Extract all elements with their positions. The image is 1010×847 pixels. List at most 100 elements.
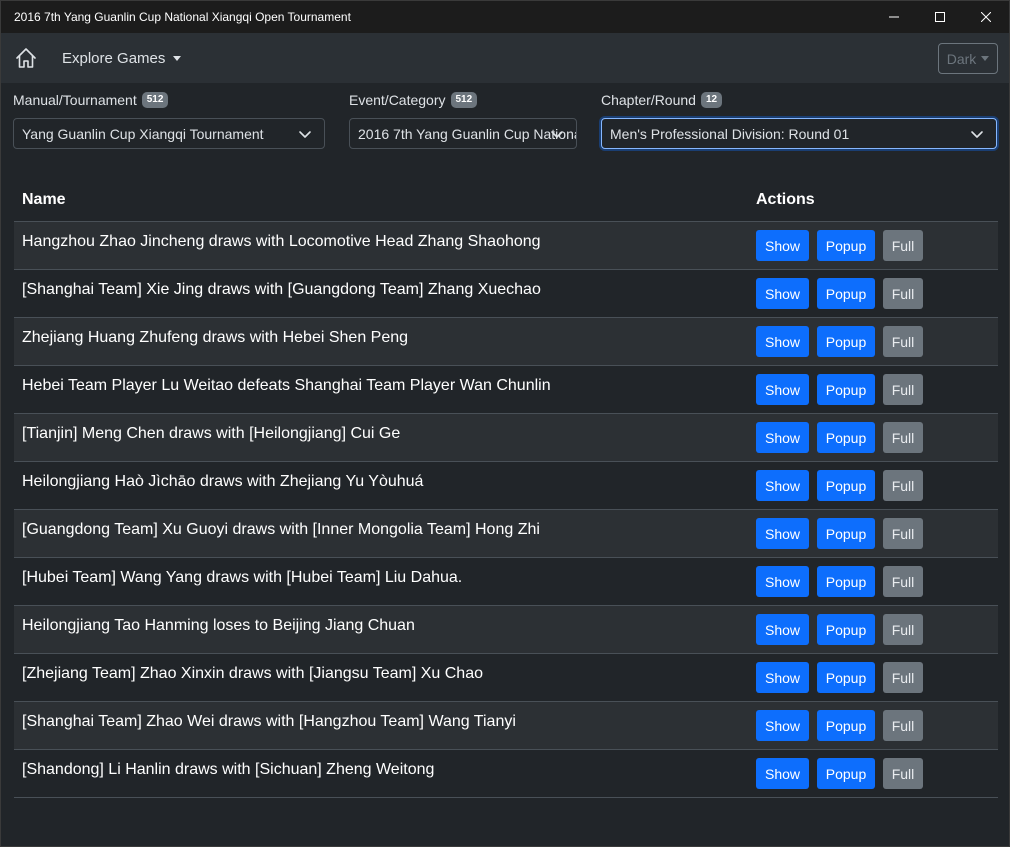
table-header: Name Actions: [14, 178, 998, 222]
popup-button[interactable]: Popup: [817, 614, 875, 645]
full-button[interactable]: Full: [883, 710, 923, 741]
show-button[interactable]: Show: [756, 710, 809, 741]
full-button[interactable]: Full: [883, 374, 923, 405]
show-button[interactable]: Show: [756, 230, 809, 261]
popup-button[interactable]: Popup: [817, 374, 875, 405]
show-button[interactable]: Show: [756, 758, 809, 789]
table-row: [Hubei Team] Wang Yang draws with [Hubei…: [14, 558, 998, 606]
game-name: Heilongjiang Haò Jìchāo draws with Zheji…: [22, 472, 424, 490]
event-select[interactable]: 2016 7th Yang Guanlin Cup National Xiang…: [349, 118, 577, 149]
chapter-select[interactable]: Men's Professional Division: Round 01: [601, 118, 997, 149]
table-row: Hebei Team Player Lu Weitao defeats Shan…: [14, 366, 998, 414]
manual-select-value: Yang Guanlin Cup Xiangqi Tournament: [22, 125, 264, 142]
row-actions: Show Popup Full: [756, 374, 923, 405]
maximize-button[interactable]: [917, 1, 963, 33]
popup-button[interactable]: Popup: [817, 758, 875, 789]
table-row: Heilongjiang Haò Jìchāo draws with Zheji…: [14, 462, 998, 510]
row-actions: Show Popup Full: [756, 614, 923, 645]
show-button[interactable]: Show: [756, 326, 809, 357]
full-button[interactable]: Full: [883, 230, 923, 261]
row-actions: Show Popup Full: [756, 326, 923, 357]
app-window: 2016 7th Yang Guanlin Cup National Xiang…: [0, 0, 1010, 847]
popup-button[interactable]: Popup: [817, 278, 875, 309]
show-button[interactable]: Show: [756, 374, 809, 405]
row-actions: Show Popup Full: [756, 758, 923, 789]
popup-button[interactable]: Popup: [817, 422, 875, 453]
home-icon: [16, 48, 36, 68]
chapter-label: Chapter/Round: [601, 92, 696, 108]
home-button[interactable]: [14, 46, 38, 70]
game-name: [Shanghai Team] Zhao Wei draws with [Han…: [22, 712, 516, 730]
theme-label: Dark: [946, 50, 977, 67]
theme-dropdown-button[interactable]: Dark: [938, 43, 998, 74]
navbar: Explore Games Dark: [1, 33, 1009, 83]
row-actions: Show Popup Full: [756, 278, 923, 309]
show-button[interactable]: Show: [756, 518, 809, 549]
maximize-icon: [935, 12, 945, 22]
game-name: [Guangdong Team] Xu Guoyi draws with [In…: [22, 520, 540, 538]
show-button[interactable]: Show: [756, 566, 809, 597]
game-name: [Tianjin] Meng Chen draws with [Heilongj…: [22, 424, 401, 442]
title-bar: 2016 7th Yang Guanlin Cup National Xiang…: [1, 1, 1009, 33]
table-row: [Zhejiang Team] Zhao Xinxin draws with […: [14, 654, 998, 702]
chevron-down-icon: [971, 131, 983, 138]
table-row: [Shanghai Team] Xie Jing draws with [Gua…: [14, 270, 998, 318]
chevron-down-icon: [299, 131, 311, 138]
event-filter: Event/Category 512 2016 7th Yang Guanlin…: [349, 91, 577, 149]
full-button[interactable]: Full: [883, 278, 923, 309]
manual-select[interactable]: Yang Guanlin Cup Xiangqi Tournament: [13, 118, 325, 149]
game-name: [Shandong] Li Hanlin draws with [Sichuan…: [22, 760, 435, 778]
row-actions: Show Popup Full: [756, 230, 923, 261]
close-icon: [981, 12, 991, 22]
table-row: Hangzhou Zhao Jincheng draws with Locomo…: [14, 222, 998, 270]
table-row: [Shandong] Li Hanlin draws with [Sichuan…: [14, 750, 998, 798]
popup-button[interactable]: Popup: [817, 326, 875, 357]
explore-games-dropdown[interactable]: Explore Games: [62, 49, 182, 67]
row-actions: Show Popup Full: [756, 518, 923, 549]
full-button[interactable]: Full: [883, 662, 923, 693]
full-button[interactable]: Full: [883, 326, 923, 357]
games-table: Name Actions Hangzhou Zhao Jincheng draw…: [14, 178, 998, 798]
popup-button[interactable]: Popup: [817, 518, 875, 549]
table-body: Hangzhou Zhao Jincheng draws with Locomo…: [14, 222, 998, 798]
row-actions: Show Popup Full: [756, 710, 923, 741]
minimize-button[interactable]: [871, 1, 917, 33]
table-row: [Shanghai Team] Zhao Wei draws with [Han…: [14, 702, 998, 750]
show-button[interactable]: Show: [756, 662, 809, 693]
game-name: [Shanghai Team] Xie Jing draws with [Gua…: [22, 280, 541, 298]
popup-button[interactable]: Popup: [817, 470, 875, 501]
show-button[interactable]: Show: [756, 614, 809, 645]
table-row: Heilongjiang Tao Hanming loses to Beijin…: [14, 606, 998, 654]
full-button[interactable]: Full: [883, 518, 923, 549]
popup-button[interactable]: Popup: [817, 566, 875, 597]
show-button[interactable]: Show: [756, 422, 809, 453]
explore-games-label: Explore Games: [62, 49, 166, 67]
minimize-icon: [889, 16, 899, 18]
row-actions: Show Popup Full: [756, 470, 923, 501]
chevron-down-icon: [551, 131, 563, 138]
caret-down-icon: [981, 56, 990, 61]
game-name: Heilongjiang Tao Hanming loses to Beijin…: [22, 616, 415, 634]
full-button[interactable]: Full: [883, 470, 923, 501]
popup-button[interactable]: Popup: [817, 662, 875, 693]
manual-label: Manual/Tournament: [13, 92, 137, 108]
game-name: [Hubei Team] Wang Yang draws with [Hubei…: [22, 568, 463, 586]
name-column-header: Name: [22, 190, 66, 208]
full-button[interactable]: Full: [883, 758, 923, 789]
event-count-badge: 512: [450, 92, 478, 108]
show-button[interactable]: Show: [756, 470, 809, 501]
game-name: Hangzhou Zhao Jincheng draws with Locomo…: [22, 232, 541, 250]
close-button[interactable]: [963, 1, 1009, 33]
event-select-value: 2016 7th Yang Guanlin Cup National Xiang…: [358, 125, 576, 142]
table-row: [Tianjin] Meng Chen draws with [Heilongj…: [14, 414, 998, 462]
popup-button[interactable]: Popup: [817, 230, 875, 261]
popup-button[interactable]: Popup: [817, 710, 875, 741]
game-name: Hebei Team Player Lu Weitao defeats Shan…: [22, 376, 551, 394]
show-button[interactable]: Show: [756, 278, 809, 309]
full-button[interactable]: Full: [883, 566, 923, 597]
full-button[interactable]: Full: [883, 614, 923, 645]
event-label: Event/Category: [349, 92, 446, 108]
full-button[interactable]: Full: [883, 422, 923, 453]
manual-filter: Manual/Tournament 512 Yang Guanlin Cup X…: [13, 91, 325, 149]
actions-column-header: Actions: [756, 190, 815, 208]
